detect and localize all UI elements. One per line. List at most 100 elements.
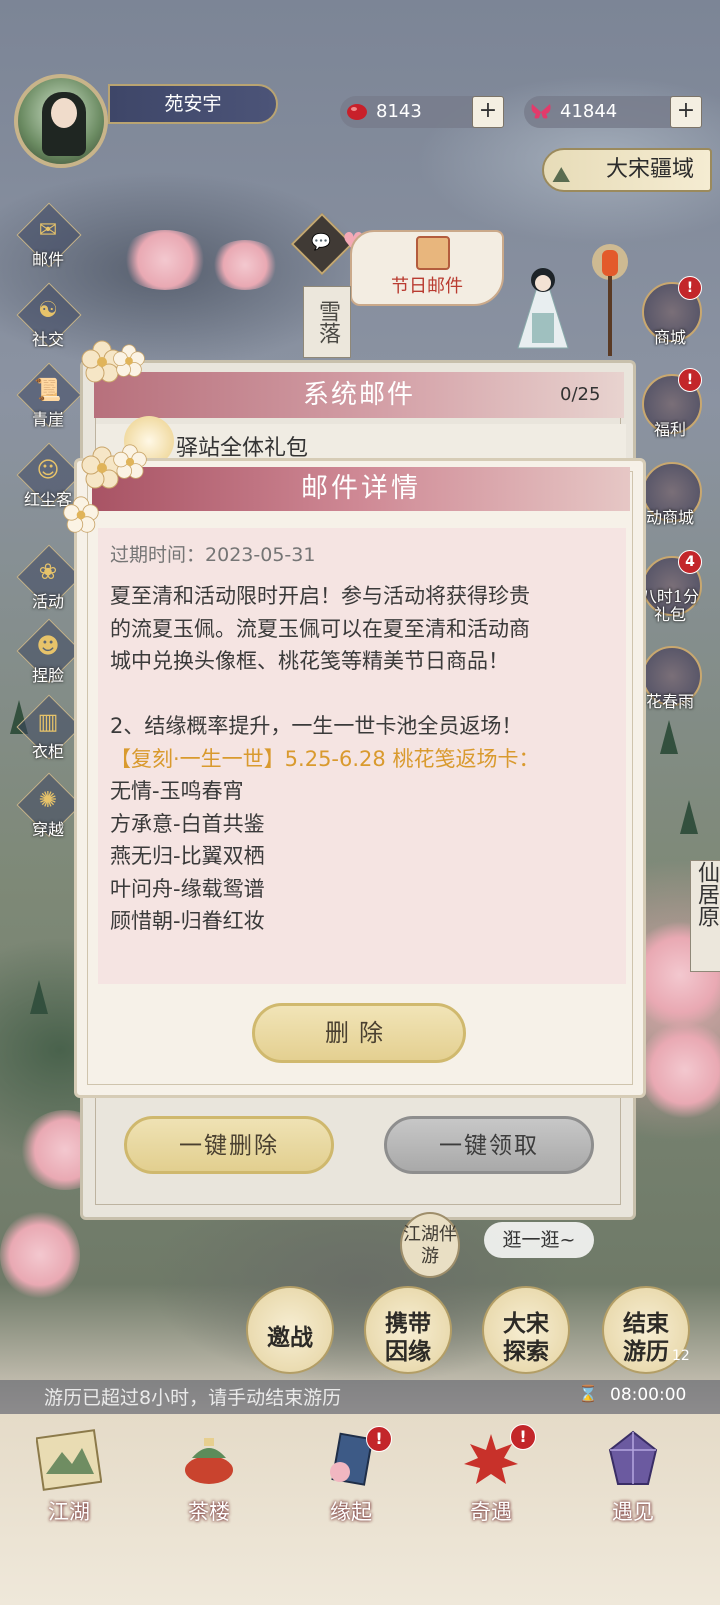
- button-label-line2: 探索: [503, 1338, 549, 1365]
- crowd-icon: ☺: [36, 458, 60, 483]
- claim-all-button[interactable]: 一键领取: [384, 1116, 594, 1174]
- social-icon: ☯: [38, 298, 58, 323]
- player-avatar[interactable]: [14, 74, 108, 168]
- chibi-girl-character: [517, 266, 569, 349]
- nav-label: 奇遇: [470, 1500, 512, 1524]
- mail-line: 无情-玉鸣春宵: [110, 779, 244, 803]
- red-bean-count: 8143: [376, 101, 422, 122]
- notification-badge: 4: [678, 550, 702, 574]
- cherry-blossom-tree: [0, 1210, 80, 1300]
- lantern-icon: [592, 244, 628, 356]
- menu-qingya[interactable]: 📜 青崖: [16, 362, 82, 430]
- nav-yuanqi[interactable]: 缘起 !: [296, 1420, 406, 1530]
- flower-ornament-icon: [63, 496, 99, 533]
- mail-line: 城中兑换头像框、桃花笺等精美节日商品！: [110, 649, 509, 673]
- nav-label: 缘起: [330, 1500, 372, 1524]
- currency-red-bean: 8143 +: [340, 96, 504, 128]
- currency-butterfly: 41844 +: [524, 96, 702, 128]
- system-mail-title: 系统邮件: [302, 380, 415, 410]
- hourglass-icon: ⌛: [578, 1384, 598, 1403]
- menu-label: 商城: [653, 328, 686, 347]
- menu-face[interactable]: ☻ 捏脸: [16, 618, 82, 686]
- nav-yujian[interactable]: 遇见: [578, 1420, 688, 1530]
- red-bean-icon: [347, 104, 367, 120]
- butterfly-icon: [531, 104, 551, 119]
- mail-line: 方承意-白首共鉴: [110, 811, 265, 836]
- flower-ornament-icon: [113, 344, 145, 377]
- mail-content-scroll[interactable]: 过期时间：2023-05-31 夏至清和活动限时开启！参与活动将获得珍贵 的流夏…: [98, 528, 626, 984]
- stroll-companion-button[interactable]: 江湖伴游: [400, 1212, 460, 1278]
- delete-all-button[interactable]: 一键删除: [124, 1116, 334, 1174]
- challenge-button[interactable]: 邀战: [246, 1286, 334, 1374]
- nav-label: 遇见: [612, 1500, 654, 1524]
- player-name: 苑安宇: [164, 93, 222, 115]
- wardrobe-icon: ▥: [37, 710, 59, 735]
- snow-tab[interactable]: 雪落: [303, 286, 351, 358]
- menu-label: 衣柜: [31, 742, 64, 761]
- nav-teahouse[interactable]: 茶楼: [154, 1420, 264, 1530]
- menu-travel[interactable]: ✺ 穿越: [16, 772, 82, 840]
- face-icon: ☻: [36, 634, 60, 659]
- notification-badge: !: [510, 1424, 536, 1450]
- button-label: 邀战: [267, 1324, 313, 1351]
- notification-badge: !: [366, 1426, 392, 1452]
- region-button[interactable]: ⛰ 大宋疆域: [542, 148, 712, 192]
- explore-button[interactable]: 大宋 探索: [482, 1286, 570, 1374]
- expiry-row: 过期时间：2023-05-31: [110, 540, 315, 567]
- menu-mail[interactable]: ✉ 邮件: [16, 202, 82, 270]
- mail-line: [110, 678, 620, 711]
- region-label: 大宋疆域: [605, 157, 694, 182]
- fan-icon: ❀: [38, 560, 58, 585]
- chat-bubble-icon: 💬: [311, 232, 331, 251]
- add-butterfly-button[interactable]: +: [670, 96, 702, 128]
- menu-label: 穿越: [31, 820, 64, 839]
- mail-line: 的流夏玉佩。流夏玉佩可以在夏至清和活动商: [110, 616, 530, 641]
- nav-jianghu[interactable]: 江湖: [14, 1420, 124, 1530]
- mail-body: 夏至清和活动限时开启！参与活动将获得珍贵 的流夏玉佩。流夏玉佩可以在夏至清和活动…: [110, 580, 620, 938]
- travel-notice-text: 游历已超过8小时，请手动结束游历: [44, 1387, 342, 1409]
- mail-line: 燕无归-比翼双栖: [110, 844, 265, 868]
- add-red-bean-button[interactable]: +: [472, 96, 504, 128]
- mountain-map-icon: [36, 1429, 102, 1491]
- gift-icon: [416, 236, 450, 270]
- menu-label: 活动: [31, 592, 64, 611]
- mountain-icon: ⛰: [552, 163, 571, 188]
- notification-badge: !: [678, 368, 702, 392]
- stroll-tooltip: 逛一逛~: [484, 1222, 594, 1258]
- menu-label: 捏脸: [31, 666, 64, 685]
- delete-button[interactable]: 删除: [252, 1003, 466, 1063]
- scroll-icon: 📜: [34, 378, 62, 403]
- travel-timer: 08:00:00: [610, 1385, 687, 1405]
- pine-tree: [30, 980, 48, 1014]
- menu-label: 社交: [31, 330, 64, 349]
- menu-activity[interactable]: ❀ 活动: [16, 544, 82, 612]
- menu-welfare[interactable]: 福利 !: [632, 368, 708, 450]
- crystal-icon: [608, 1430, 658, 1485]
- teapot-icon: [185, 1438, 233, 1484]
- portal-icon: ✺: [38, 788, 58, 813]
- cherry-blossom-tree: [210, 240, 280, 290]
- pine-tree: [680, 800, 698, 834]
- side-tab-xianjuyuan[interactable]: 仙居原: [690, 860, 720, 972]
- button-label-line2: 因缘: [385, 1338, 431, 1365]
- festival-mail-label: 节日邮件: [391, 276, 463, 297]
- nav-label: 江湖: [48, 1500, 90, 1524]
- cherry-blossom-tree: [120, 230, 210, 290]
- menu-shop[interactable]: 商城 !: [632, 276, 708, 358]
- cherry-blossom-tree: [640, 1020, 720, 1120]
- menu-social[interactable]: ☯ 社交: [16, 282, 82, 350]
- festival-mail-button[interactable]: 节日邮件: [350, 230, 504, 306]
- end-travel-count: 12: [672, 1348, 690, 1364]
- expiry-label: 过期时间：: [110, 544, 206, 566]
- flower-ornament-icon: [113, 444, 147, 479]
- notification-badge: !: [678, 276, 702, 300]
- butterfly-count: 41844: [560, 101, 618, 122]
- pine-tree: [660, 720, 678, 754]
- mail-icon: ✉: [38, 218, 58, 243]
- menu-wardrobe[interactable]: ▥ 衣柜: [16, 694, 82, 762]
- expiry-date: 2023-05-31: [205, 544, 316, 566]
- carry-fate-button[interactable]: 携带 因缘: [364, 1286, 452, 1374]
- player-name-plate[interactable]: 苑安宇: [108, 84, 278, 124]
- nav-label: 茶楼: [188, 1500, 230, 1524]
- nav-qiyu[interactable]: 奇遇 !: [436, 1420, 546, 1530]
